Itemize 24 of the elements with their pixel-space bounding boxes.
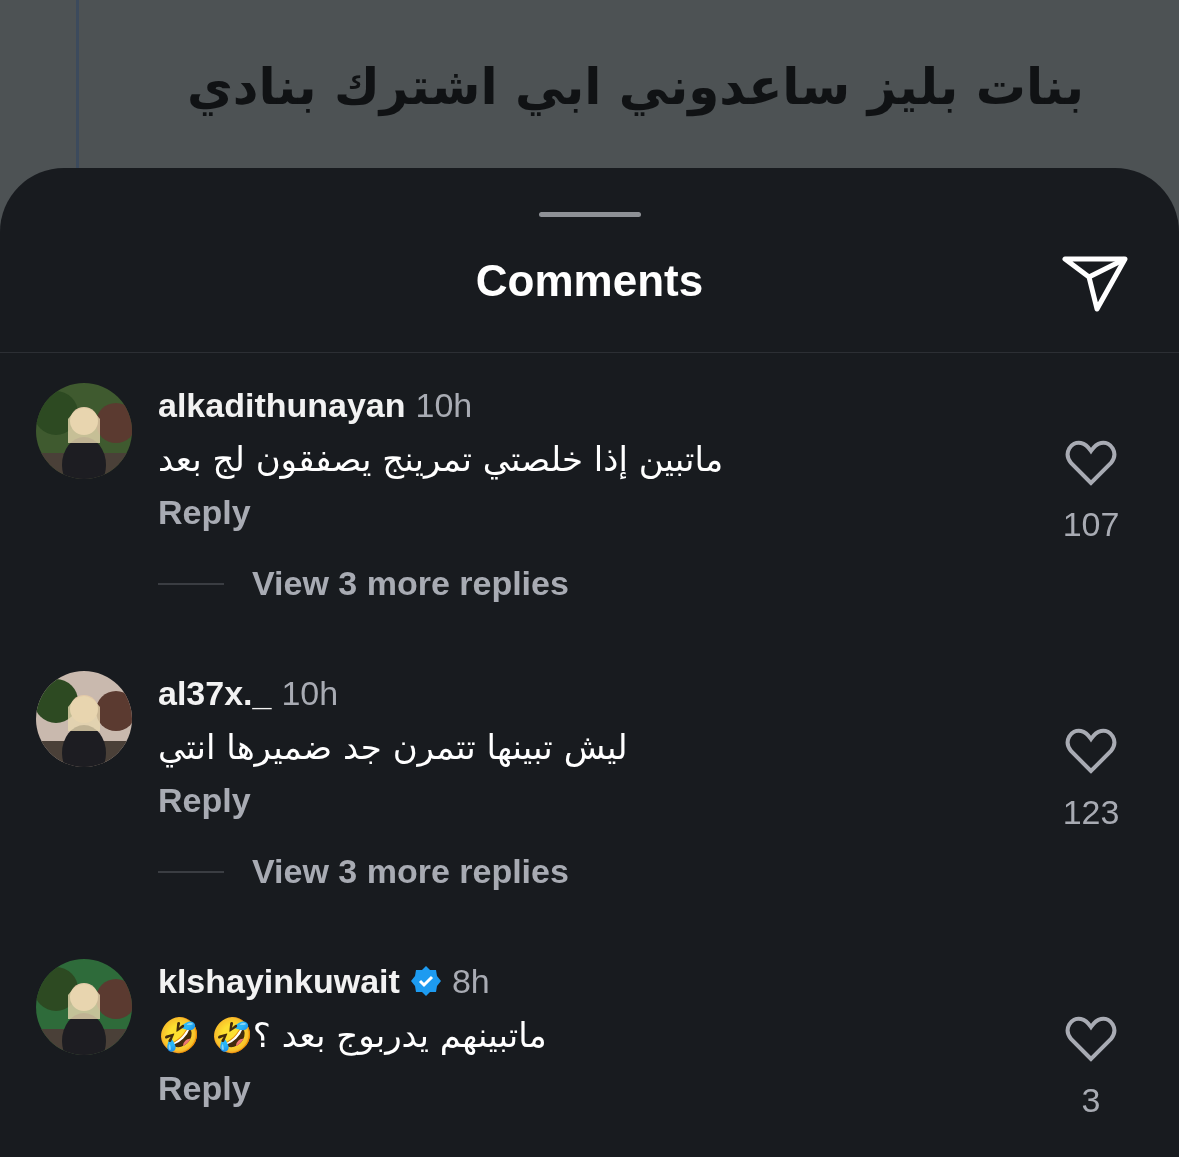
username[interactable]: al37x._ [158, 673, 272, 713]
username[interactable]: alkadithunayan [158, 385, 406, 425]
heart-icon[interactable] [1065, 1015, 1117, 1063]
drag-handle[interactable] [538, 212, 641, 217]
reply-link[interactable]: Reply [158, 781, 251, 820]
comment-text: ماتبينهم يدربوج بعد ؟🤣 🤣 [158, 1015, 547, 1055]
heart-icon[interactable] [1065, 439, 1117, 487]
reply-link[interactable]: Reply [158, 493, 251, 532]
view-replies-link[interactable]: View 3 more replies [158, 852, 569, 891]
comment-text: ماتبين إذا خلصتي تمرينج يصفقون لج بعد [158, 439, 724, 479]
comment-text: ليش تبينها تتمرن جد ضميرها انتي [158, 727, 628, 767]
comment-time: 10h [281, 673, 339, 713]
comment-time: 8h [451, 961, 490, 1001]
like-count: 123 [1062, 793, 1120, 832]
like-count: 107 [1062, 505, 1120, 544]
sheet-title: Comments [475, 255, 704, 306]
comment-time: 10h [415, 385, 473, 425]
like-count: 3 [1081, 1081, 1101, 1120]
post-title: بنات بليز ساعدوني ابي اشترك بنادي [186, 57, 1085, 119]
verified-badge-icon [409, 965, 442, 997]
reply-link[interactable]: Reply [158, 1069, 251, 1108]
heart-icon[interactable] [1065, 727, 1117, 775]
view-replies-link[interactable]: View 3 more replies [158, 564, 569, 603]
username[interactable]: klshayinkuwait [158, 961, 400, 1001]
